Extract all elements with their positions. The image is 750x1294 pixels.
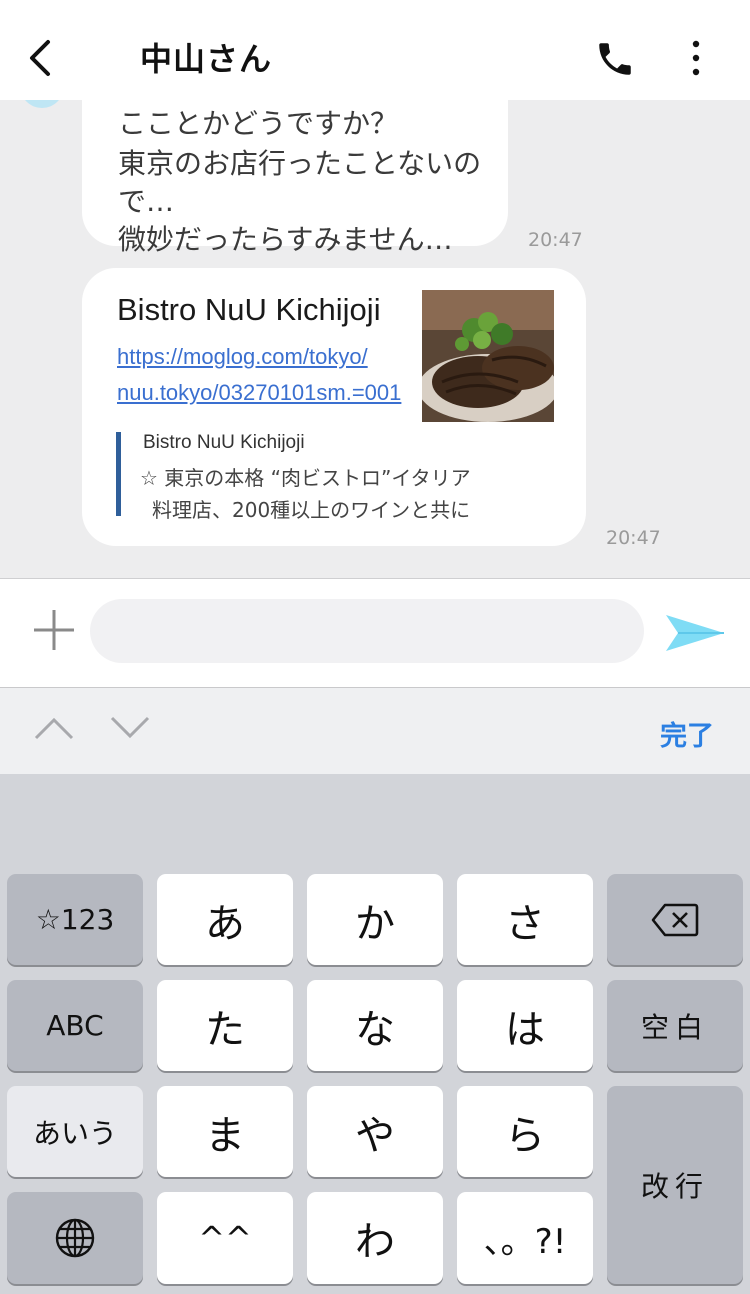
chevron-down-icon[interactable] [110,716,150,740]
message-line: で… [118,185,175,218]
message-input-bar [0,578,750,688]
key-numbers[interactable]: ☆123 [7,874,143,965]
delete-backspace-icon [651,903,699,936]
key-label: や [355,1112,395,1159]
key-label: 空白 [640,1010,709,1044]
preview-site-name: Bistro NuU Kichijoji [143,432,305,453]
key-abc[interactable]: ABC [7,980,143,1071]
message-time: 20:47 [606,527,661,549]
globe-icon [55,1218,95,1258]
key-label: か [355,900,395,947]
key-globe[interactable] [7,1192,143,1284]
key-sa[interactable]: さ [457,874,593,965]
key-label: ☆123 [35,903,115,936]
chat-area[interactable]: こことかどうですか？ 東京のお店行ったことないの で… 微妙だったらすみません…… [0,100,750,578]
key-ta[interactable]: た [157,980,293,1071]
key-label: 、。?! [483,1221,567,1262]
keyboard-toolbar: 完了 [0,688,750,774]
message-time: 20:47 [528,229,583,251]
link-url[interactable]: nuu.tokyo/03270101sm.=001 [117,380,401,406]
message-bubble[interactable]: こことかどうですか？ 東京のお店行ったことないの で… 微妙だったらすみません… [82,100,508,256]
key-space[interactable]: 空白 [607,980,743,1071]
back-chevron-icon[interactable] [22,36,62,80]
link-title: Bistro NuU Kichijoji [117,292,381,327]
message-line: 微妙だったらすみません… [118,223,453,256]
preview-description: 料理店、200種以上のワインと共に [152,498,471,522]
key-label: た [205,1006,245,1053]
key-label: ら [505,1112,545,1159]
preview-accent-bar [116,432,121,516]
key-punctuation[interactable]: 、。?! [457,1192,593,1284]
message-line: 東京のお店行ったことないの [118,147,482,180]
link-thumbnail[interactable] [422,290,554,422]
chevron-up-icon[interactable] [34,716,74,740]
link-url[interactable]: https://moglog.com/tokyo/ [117,344,368,370]
key-label: わ [355,1219,395,1265]
key-a[interactable]: あ [157,874,293,965]
key-delete[interactable] [607,874,743,965]
key-label: は [505,1006,545,1053]
key-label: な [355,1006,395,1053]
japanese-keyboard: ☆123 あ か さ ABC た な は 空白 あいう ま や ら 改行 ^^ … [0,774,750,1294]
phone-icon[interactable] [594,38,636,80]
key-ka[interactable]: か [307,874,443,965]
key-ha[interactable]: は [457,980,593,1071]
send-icon[interactable] [664,609,726,657]
key-ma[interactable]: ま [157,1086,293,1177]
key-label: ^^ [198,1219,252,1257]
link-card-bubble[interactable]: Bistro NuU Kichijoji https://moglog.com/… [82,268,586,546]
key-wa[interactable]: わ [307,1192,443,1284]
message-input[interactable] [90,599,644,663]
avatar[interactable] [20,100,64,108]
key-emoticon[interactable]: ^^ [157,1192,293,1284]
contact-name: 中山さん [140,40,273,78]
key-label: ま [205,1112,245,1159]
key-label: さ [505,900,545,947]
key-ra[interactable]: ら [457,1086,593,1177]
plus-icon[interactable] [32,608,76,652]
chat-header: 中山さん [0,0,750,100]
key-enter[interactable]: 改行 [607,1086,743,1284]
preview-description: ☆ 東京の本格 “肉ビストロ”イタリア [140,466,471,490]
more-vertical-icon[interactable] [682,38,710,82]
key-label: あいう [32,1116,117,1150]
message-line: こことかどうですか？ [118,107,399,140]
key-label: あ [205,900,245,947]
done-button[interactable]: 完了 [660,714,714,753]
key-ya[interactable]: や [307,1086,443,1177]
key-na[interactable]: な [307,980,443,1071]
key-label: ABC [46,1009,104,1042]
key-label: 改行 [640,1170,709,1203]
key-kana[interactable]: あいう [7,1086,143,1177]
